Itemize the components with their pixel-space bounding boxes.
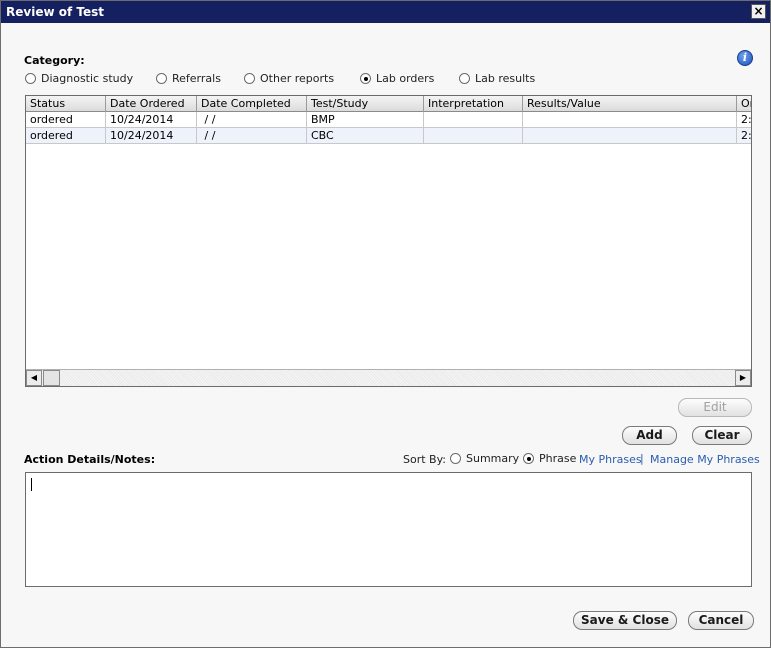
radio-diagnostic-study[interactable]: Diagnostic study <box>25 72 133 85</box>
grid-header: Status Date Ordered Date Completed Test/… <box>26 96 751 112</box>
add-button[interactable]: Add <box>622 426 677 445</box>
table-row[interactable]: ordered 10/24/2014 / / BMP 2:4 <box>26 112 752 128</box>
manage-my-phrases-link[interactable]: Manage My Phrases <box>650 453 760 466</box>
scroll-left-icon[interactable]: ◀ <box>26 370 42 386</box>
link-separator: | <box>640 452 644 465</box>
column-header-results-value[interactable]: Results/Value <box>523 96 737 112</box>
radio-circle[interactable] <box>459 73 470 84</box>
orders-grid[interactable]: Status Date Ordered Date Completed Test/… <box>25 95 752 387</box>
column-header-interpretation[interactable]: Interpretation <box>424 96 523 112</box>
radio-label[interactable]: Diagnostic study <box>41 72 133 85</box>
category-radio-group: Diagnostic study Referrals Other reports… <box>1 72 771 86</box>
radio-label[interactable]: Referrals <box>172 72 221 85</box>
radio-label[interactable]: Lab orders <box>376 72 434 85</box>
cell-ordered-time: 2:4 <box>741 113 752 126</box>
cancel-button[interactable]: Cancel <box>688 611 754 630</box>
cell-results-value <box>523 128 737 144</box>
cell-ordered-time: 2:4 <box>741 129 752 142</box>
radio-circle[interactable] <box>244 73 255 84</box>
radio-lab-orders[interactable]: Lab orders <box>360 72 434 85</box>
clear-button[interactable]: Clear <box>692 426 752 445</box>
cell-interpretation <box>424 112 523 128</box>
cell-date-ordered: 10/24/2014 <box>106 112 197 128</box>
scrollbar-thumb[interactable] <box>43 370 60 386</box>
review-of-test-dialog: Review of Test × Category: i Diagnostic … <box>0 0 771 648</box>
column-header-test-study[interactable]: Test/Study <box>307 96 424 112</box>
radio-circle[interactable] <box>450 453 461 464</box>
radio-lab-results[interactable]: Lab results <box>459 72 535 85</box>
column-header-ordered-time[interactable]: Or <box>737 96 751 112</box>
radio-circle[interactable] <box>156 73 167 84</box>
radio-circle[interactable] <box>523 453 534 464</box>
radio-label[interactable]: Other reports <box>260 72 334 85</box>
cell-date-completed: / / <box>197 112 307 128</box>
my-phrases-link[interactable]: My Phrases <box>579 453 642 466</box>
sort-by-label: Sort By: <box>403 453 447 466</box>
action-details-label: Action Details/Notes: <box>24 453 156 466</box>
table-row[interactable]: ordered 10/24/2014 / / CBC 2:4 <box>26 128 752 144</box>
radio-circle[interactable] <box>360 73 371 84</box>
sort-phrase-radio[interactable]: Phrase <box>523 452 576 465</box>
cell-status: ordered <box>26 128 106 144</box>
cell-interpretation <box>424 128 523 144</box>
radio-referrals[interactable]: Referrals <box>156 72 221 85</box>
close-icon[interactable]: × <box>753 4 763 18</box>
edit-button[interactable]: Edit <box>678 398 752 417</box>
title-bar: Review of Test × <box>1 1 770 23</box>
column-header-date-ordered[interactable]: Date Ordered <box>106 96 197 112</box>
cell-date-ordered: 10/24/2014 <box>106 128 197 144</box>
save-close-button[interactable]: Save & Close <box>573 611 677 630</box>
sort-summary-radio[interactable]: Summary <box>450 452 519 465</box>
radio-other-reports[interactable]: Other reports <box>244 72 334 85</box>
cell-test-study: CBC <box>307 128 424 144</box>
text-caret <box>31 478 32 491</box>
radio-label[interactable]: Lab results <box>475 72 535 85</box>
cell-date-completed: / / <box>197 128 307 144</box>
notes-textarea[interactable] <box>25 472 752 587</box>
info-icon[interactable]: i <box>737 50 753 66</box>
column-header-date-completed[interactable]: Date Completed <box>197 96 307 112</box>
radio-circle[interactable] <box>25 73 36 84</box>
close-button[interactable]: × <box>751 4 766 19</box>
window-title: Review of Test <box>6 5 104 19</box>
cell-status: ordered <box>26 112 106 128</box>
horizontal-scrollbar[interactable]: ◀ ▶ <box>26 369 751 386</box>
column-header-status[interactable]: Status <box>26 96 106 112</box>
category-label: Category: <box>24 54 85 67</box>
cell-test-study: BMP <box>307 112 424 128</box>
radio-label[interactable]: Summary <box>466 452 519 465</box>
cell-results-value <box>523 112 737 128</box>
radio-label[interactable]: Phrase <box>539 452 576 465</box>
scroll-right-icon[interactable]: ▶ <box>735 370 751 386</box>
